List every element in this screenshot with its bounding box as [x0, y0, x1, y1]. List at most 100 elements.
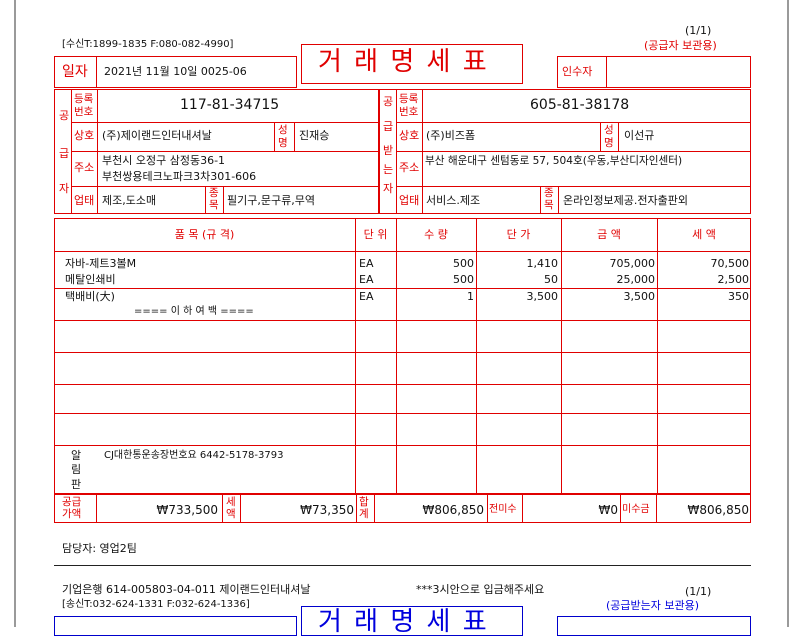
supplier-addr-label: 주소: [74, 161, 95, 174]
buyer-name-label-2: 명: [604, 137, 614, 149]
row2-tax: 2,500: [717, 273, 750, 286]
scrollbar-track[interactable]: [787, 0, 802, 627]
supplier-name-label-2: 명: [278, 137, 288, 149]
row3-amount: 3,500: [623, 290, 656, 303]
supplier-company-label: 상호: [74, 129, 95, 142]
sum-label-1: 합: [359, 496, 369, 508]
row1-unit: EA: [359, 257, 374, 270]
receiver-sign-box-2: [557, 616, 751, 636]
sender-tel: [송신T:032-624-1331 F:032-624-1336]: [62, 599, 250, 610]
header-amount: 금 액: [597, 228, 621, 241]
row1-item: 자바-제트3볼M: [65, 257, 137, 270]
supplier-addr-2: 부천쌍용테크노파크3차301-606: [102, 170, 257, 183]
buyer-reg-no: 605-81-38178: [530, 97, 630, 113]
supplier-biz: 제조,도소매: [102, 194, 157, 207]
buyer-addr: 부산 해운대구 센텀동로 57, 504호(우동,부산디자인센터): [425, 155, 683, 167]
buyer-company-label: 상호: [399, 129, 420, 142]
supply-label-2: 가액: [62, 508, 82, 520]
row1-price: 1,410: [526, 257, 559, 270]
page-indicator-2: (1/1): [685, 585, 712, 598]
buyer-reg-label-2: 번호: [399, 106, 419, 118]
date-label: 일자: [62, 64, 88, 80]
memo-label-2: 림: [71, 463, 82, 476]
divider: [54, 565, 751, 566]
buyer-name-label-1: 성: [604, 124, 614, 136]
row1-qty: 500: [453, 257, 474, 270]
buyer-addr-label: 주소: [399, 161, 420, 174]
supplier-reg-label-2: 번호: [74, 106, 94, 118]
header-item: 품 목 (규 격): [174, 228, 235, 241]
supply-amount: ₩733,500: [156, 503, 219, 517]
manager: 담당자: 영업2팀: [62, 542, 137, 555]
buyer-side-4: 는: [383, 163, 394, 176]
supplier-biz-label: 업태: [74, 194, 95, 207]
date-value: 2021년 11월 10일 0025-06: [104, 65, 247, 78]
tax-label-2: 액: [226, 508, 236, 520]
page-indicator: (1/1): [685, 24, 712, 37]
row2-item: 메탈인쇄비: [65, 273, 116, 286]
memo-label-3: 판: [71, 478, 82, 491]
row2-price: 50: [544, 273, 558, 286]
document-title: 거 래 명 세 표: [318, 47, 489, 77]
tax-amount: ₩73,350: [300, 503, 354, 517]
header-unit: 단 위: [363, 228, 388, 241]
supplier-reg-no: 117-81-34715: [180, 97, 280, 113]
buyer-biz: 서비스.제조: [426, 194, 481, 207]
sum-amount: ₩806,850: [422, 503, 485, 517]
row3-item: 택배비(大): [65, 290, 115, 303]
prev-unpaid-amount: ₩0: [598, 503, 619, 517]
supplier-side-1: 공: [59, 109, 70, 122]
buyer-side-2: 급: [383, 120, 394, 133]
row1-amount: 705,000: [609, 257, 656, 270]
tax-label-1: 세: [226, 496, 236, 508]
buyer-biz-label: 업태: [399, 194, 420, 207]
receiver-tel: [수신T:1899-1835 F:080-082-4990]: [62, 39, 234, 50]
supplier-company: (주)제이랜드인터내셔날: [102, 129, 212, 142]
unpaid-label: 미수금: [622, 504, 650, 515]
end-marker: ==== 이 하 여 백 ====: [134, 306, 254, 317]
header-tax: 세 액: [692, 228, 716, 241]
row3-qty: 1: [467, 290, 474, 303]
supply-label-1: 공급: [62, 496, 82, 508]
supplier-reg-label-1: 등록: [74, 93, 94, 105]
receiver-sign-label: 인수자: [562, 65, 593, 78]
buyer-side-1: 공: [383, 95, 394, 108]
supplier-side-3: 자: [59, 182, 70, 195]
buyer-item-label-1: 종: [544, 187, 554, 199]
header-price: 단 가: [506, 228, 531, 241]
supplier-item-label-1: 종: [209, 187, 219, 199]
buyer-item-label-2: 목: [544, 199, 554, 211]
row1-tax: 70,500: [710, 257, 750, 270]
supplier-item-label-2: 목: [209, 199, 219, 211]
supplier-addr-1: 부천시 오정구 삼정동36-1: [102, 154, 226, 167]
buyer-name: 이선규: [624, 129, 655, 142]
memo-label-1: 알: [71, 449, 82, 462]
document-title-2: 거 래 명 세 표: [318, 607, 489, 637]
buyer-reg-label-1: 등록: [399, 93, 419, 105]
supplier-name-label-1: 성: [278, 124, 288, 136]
memo-text: CJ대한통운송장번호요 6442-5178-3793: [104, 450, 284, 461]
copy-label: (공급자 보관용): [644, 39, 717, 52]
row2-qty: 500: [453, 273, 474, 286]
buyer-item: 온라인정보제공.전자출판외: [563, 194, 688, 207]
date-row-box-2: [54, 616, 297, 636]
row3-unit: EA: [359, 290, 374, 303]
supplier-name: 진재승: [299, 129, 330, 142]
prev-unpaid-label: 전미수: [489, 504, 517, 515]
row3-price: 3,500: [526, 290, 559, 303]
supplier-item: 필기구,문구류,무역: [227, 194, 315, 207]
row3-tax: 350: [728, 290, 749, 303]
row2-amount: 25,000: [616, 273, 656, 286]
copy-label-2: (공급받는자 보관용): [606, 599, 700, 612]
row2-unit: EA: [359, 273, 374, 286]
sum-label-2: 계: [359, 508, 369, 520]
buyer-side-3: 받: [383, 144, 394, 157]
bank-line: 기업은행 614-005803-04-011 제이랜드인터내셔날: [62, 583, 311, 596]
header-qty: 수 량: [424, 228, 448, 241]
left-window-edge: [0, 0, 16, 627]
deposit-note: ***3시안으로 입금해주세요: [416, 583, 545, 596]
buyer-company: (주)비즈폼: [426, 129, 476, 142]
unpaid-amount: ₩806,850: [687, 503, 750, 517]
buyer-side-5: 자: [383, 182, 394, 195]
supplier-side-2: 급: [59, 147, 70, 160]
